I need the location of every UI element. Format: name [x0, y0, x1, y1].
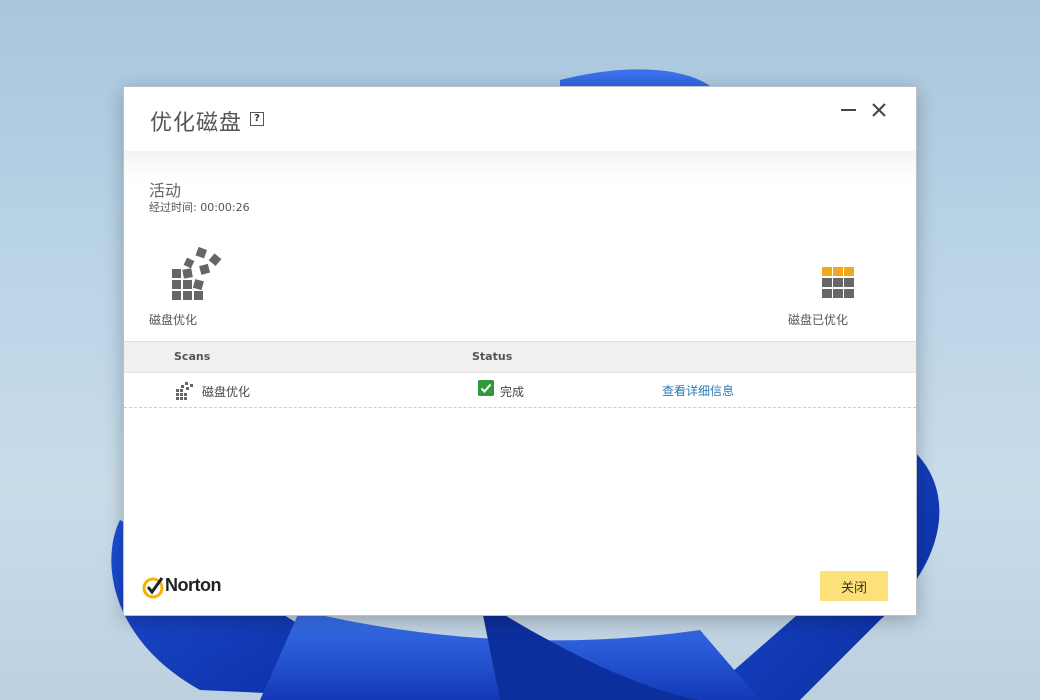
- check-icon: [478, 380, 494, 396]
- stage-left-label: 磁盘优化: [149, 313, 198, 327]
- defrag-icon: [172, 247, 222, 300]
- norton-brand: Norton: [165, 575, 221, 595]
- elapsed-value: 00:00:26: [200, 201, 250, 214]
- close-icon[interactable]: [866, 97, 892, 123]
- activity-heading: 活动: [149, 181, 182, 200]
- column-header-scans: Scans: [174, 350, 211, 363]
- title-bar: 优化磁盘 ?: [124, 87, 916, 151]
- defrag-icon: [176, 382, 193, 400]
- header-separator: [124, 151, 916, 181]
- view-details-link[interactable]: 查看详细信息: [662, 382, 734, 399]
- norton-check-icon: [142, 577, 164, 599]
- stage-right-label: 磁盘已优化: [788, 313, 849, 327]
- elapsed-time: 经过时间: 00:00:26: [149, 199, 250, 215]
- minimize-icon[interactable]: [836, 97, 862, 123]
- elapsed-label: 经过时间:: [149, 201, 197, 214]
- close-button[interactable]: 关闭: [820, 571, 888, 601]
- question-icon[interactable]: ?: [250, 112, 264, 126]
- scans-table-header: Scans Status: [124, 341, 916, 373]
- optimized-disk-icon: [822, 267, 854, 298]
- table-row: 磁盘优化 完成 查看详细信息: [124, 373, 916, 408]
- column-header-status: Status: [472, 350, 513, 363]
- window-title: 优化磁盘: [150, 111, 243, 136]
- optimize-disk-window: 优化磁盘 ? 活动 经过时间: 00:00:26 磁盘优化 磁盘已优化 Scan…: [123, 86, 917, 616]
- scan-name: 磁盘优化: [202, 385, 251, 399]
- scan-status: 完成: [500, 385, 525, 399]
